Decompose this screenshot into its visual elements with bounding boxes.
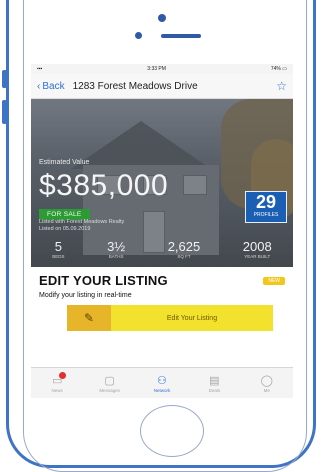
edit-listing-button-label: Edit Your Listing	[166, 314, 218, 322]
signal-icon: ▪▪▪	[37, 66, 43, 72]
property-stats: 5 BEDS 3½ BATHS 2,625 SQ FT 2008 YEAR BU…	[31, 239, 293, 259]
navigation-bar: ‹ Back 1283 Forest Meadows Drive ☆	[31, 74, 293, 99]
pencil-icon: ✎	[67, 305, 111, 331]
stat-beds: 5 BEDS	[52, 239, 65, 259]
profiles-label: PROFILES	[253, 212, 279, 218]
app-screen: ▪▪▪ 3:33 PM 74% ▭ ‹ Back 1283 Forest Mea…	[31, 64, 293, 398]
listed-date-text: Listed on 05.09.2019	[39, 226, 91, 232]
listing-details: Listed with Forest Meadows Realty Listed…	[39, 219, 149, 233]
page-title: 1283 Forest Meadows Drive	[72, 80, 198, 92]
battery-icon: ▭	[282, 66, 287, 72]
message-icon: ▢	[104, 374, 115, 387]
back-label: Back	[42, 80, 65, 92]
tab-me[interactable]: ◯ Me	[243, 374, 291, 393]
stat-year-built: 2008 YEAR BUILT	[242, 239, 272, 259]
network-icon: ⚇	[157, 374, 167, 387]
estimate-label: Estimated Value	[39, 159, 90, 166]
listing-price: $385,000	[39, 169, 169, 202]
mute-switch[interactable]	[2, 70, 7, 88]
status-bar: ▪▪▪ 3:33 PM 74% ▭	[31, 64, 293, 74]
status-time: 3:33 PM	[147, 66, 166, 72]
new-badge: NEW	[263, 276, 285, 285]
star-icon[interactable]: ☆	[276, 79, 287, 93]
notification-badge	[59, 371, 67, 379]
tab-news[interactable]: ▭ News	[33, 371, 81, 393]
listed-by-text: Listed with Forest Meadows Realty	[39, 219, 125, 225]
camera-dot	[158, 14, 166, 22]
battery-indicator: 74% ▭	[270, 66, 287, 72]
tab-bar: ▭ News ▢ Messages ⚇ Network ▤ Deals ◯ Me	[31, 367, 293, 398]
tab-deals[interactable]: ▤ Deals	[190, 374, 238, 393]
volume-up-button[interactable]	[2, 100, 7, 124]
profiles-badge[interactable]: 29 PROFILES	[245, 191, 287, 223]
profile-icon: ◯	[260, 374, 273, 387]
tab-network[interactable]: ⚇ Network	[138, 374, 186, 393]
profiles-count: 29	[255, 192, 277, 212]
chevron-left-icon: ‹	[37, 80, 41, 92]
front-sensor	[135, 32, 142, 39]
edit-listing-section: EDIT YOUR LISTING NEW Modify your listin…	[31, 267, 293, 331]
speaker-grille	[161, 34, 201, 38]
back-button[interactable]: ‹ Back	[37, 81, 65, 92]
edit-listing-title: EDIT YOUR LISTING	[39, 273, 168, 288]
edit-listing-header: EDIT YOUR LISTING NEW	[39, 273, 285, 288]
edit-listing-button[interactable]: ✎ Edit Your Listing	[67, 305, 273, 331]
edit-listing-subtitle: Modify your listing in real-time	[39, 292, 132, 299]
stat-baths: 3½ BATHS	[107, 239, 126, 259]
home-button[interactable]	[140, 405, 204, 457]
stat-sqft: 2,625 SQ FT	[167, 239, 201, 259]
news-icon: ▭	[51, 374, 63, 387]
tab-messages[interactable]: ▢ Messages	[86, 374, 134, 393]
property-photo: Estimated Value $385,000 FOR SALE Listed…	[31, 99, 293, 267]
deals-icon: ▤	[209, 374, 220, 387]
